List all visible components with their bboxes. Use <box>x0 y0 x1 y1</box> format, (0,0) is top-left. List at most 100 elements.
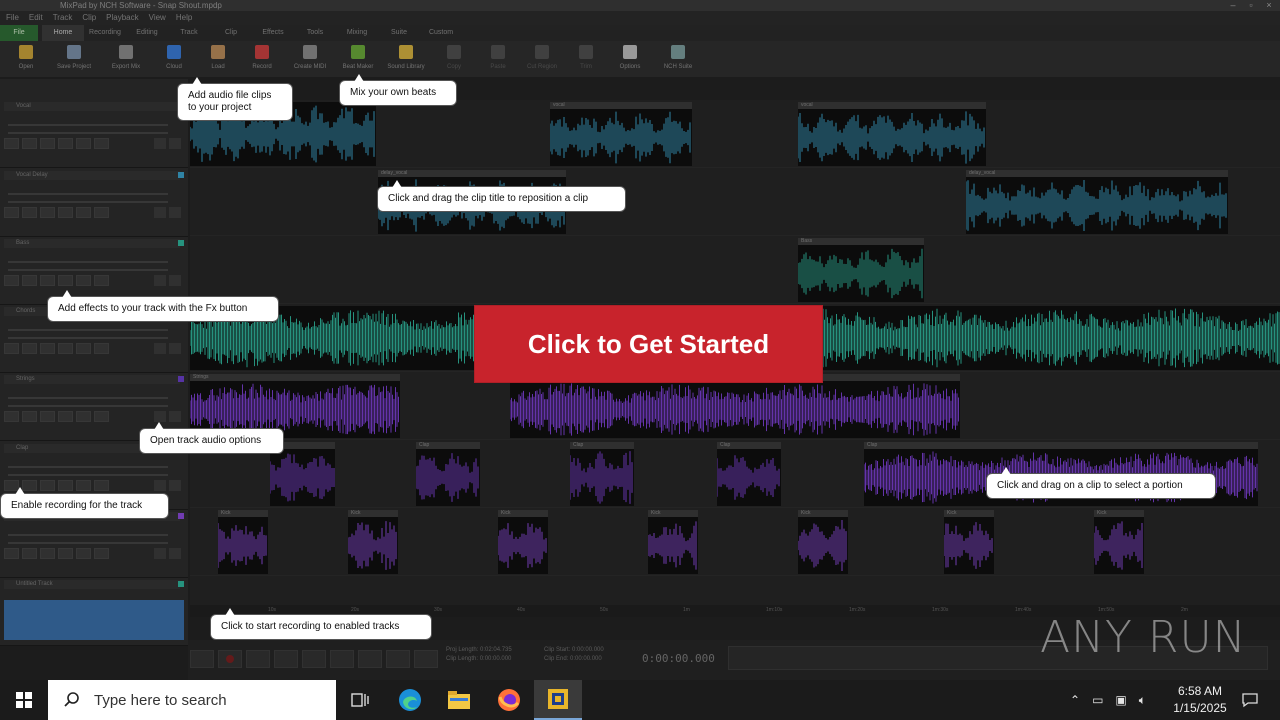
tab-track[interactable]: Track <box>168 25 210 41</box>
track-header[interactable]: Vocal Delay <box>0 169 188 237</box>
go-start-button[interactable] <box>330 650 354 668</box>
menu-clip[interactable]: Clip <box>82 11 96 25</box>
clip-title[interactable]: Strings <box>190 374 400 381</box>
audio-clip[interactable]: Kick <box>648 510 698 574</box>
gain-button[interactable] <box>76 548 91 559</box>
clip-title[interactable]: Clap <box>864 442 1258 449</box>
audio-clip[interactable]: vocal <box>798 102 986 166</box>
monitor-button[interactable] <box>94 207 109 218</box>
chevron-up-icon[interactable]: ⌃ <box>1070 693 1080 707</box>
clip-title[interactable]: Kick <box>218 510 268 517</box>
stop-button[interactable] <box>274 650 298 668</box>
minimize-icon[interactable]: – <box>1226 0 1240 11</box>
menu-view[interactable]: View <box>149 11 166 25</box>
mute-button[interactable] <box>22 411 37 422</box>
volume-icon[interactable]: 🔈︎ <box>1139 693 1146 708</box>
volume-slider[interactable] <box>8 397 168 399</box>
clip-title[interactable]: Kick <box>798 510 848 517</box>
go-end-button[interactable] <box>414 650 438 668</box>
track-name[interactable]: Bass <box>4 239 180 248</box>
edge-icon[interactable] <box>386 680 434 720</box>
menu-file[interactable]: File <box>6 11 19 25</box>
solo-button[interactable] <box>40 548 55 559</box>
clip-title[interactable]: Kick <box>498 510 548 517</box>
menu-edit[interactable]: Edit <box>29 11 43 25</box>
solo-button[interactable] <box>40 207 55 218</box>
monitor-button[interactable] <box>94 548 109 559</box>
record-enable-button[interactable] <box>4 207 19 218</box>
nch-suite-button[interactable]: NCH Suite <box>652 41 704 77</box>
clip-title[interactable]: Bass <box>798 238 924 245</box>
audio-clip[interactable]: Bass <box>798 238 924 302</box>
fx-button[interactable] <box>58 480 73 491</box>
gain-button[interactable] <box>76 207 91 218</box>
wrench-icon[interactable] <box>154 138 166 149</box>
audio-options-icon[interactable] <box>169 548 181 559</box>
menu-track[interactable]: Track <box>53 11 73 25</box>
audio-options-icon[interactable] <box>169 275 181 286</box>
volume-slider[interactable] <box>8 329 168 331</box>
gain-button[interactable] <box>76 411 91 422</box>
solo-button[interactable] <box>40 275 55 286</box>
pan-slider[interactable] <box>8 132 168 134</box>
wrench-icon[interactable] <box>154 411 166 422</box>
monitor-button[interactable] <box>94 275 109 286</box>
audio-clip[interactable]: Clap <box>570 442 634 506</box>
file-explorer-icon[interactable] <box>435 680 483 720</box>
clip-title[interactable]: delay_vocal <box>378 170 566 177</box>
wrench-icon[interactable] <box>154 275 166 286</box>
clip-title[interactable]: Kick <box>944 510 994 517</box>
pan-slider[interactable] <box>8 337 168 339</box>
task-view-icon[interactable] <box>336 680 384 720</box>
clip-title[interactable]: Kick <box>348 510 398 517</box>
solo-button[interactable] <box>40 343 55 354</box>
solo-button[interactable] <box>40 411 55 422</box>
mixpad-taskbar-icon[interactable] <box>534 680 582 720</box>
gain-button[interactable] <box>76 138 91 149</box>
audio-options-icon[interactable] <box>169 411 181 422</box>
play-button[interactable] <box>190 650 214 668</box>
audio-clip[interactable]: Kick <box>1094 510 1144 574</box>
tab-tools[interactable]: Tools <box>294 25 336 41</box>
record-button[interactable] <box>218 650 242 668</box>
firefox-icon[interactable] <box>485 680 533 720</box>
audio-options-icon[interactable] <box>169 207 181 218</box>
record-enable-button[interactable] <box>4 343 19 354</box>
fx-button[interactable] <box>58 411 73 422</box>
clip-title[interactable]: Clap <box>570 442 634 449</box>
audio-options-icon[interactable] <box>169 138 181 149</box>
mute-button[interactable] <box>22 138 37 149</box>
clip-title[interactable]: vocal <box>798 102 986 109</box>
save-project-button[interactable]: Save Project <box>48 41 100 77</box>
options-button[interactable]: Options <box>608 41 652 77</box>
pan-slider[interactable] <box>8 405 168 407</box>
volume-slider[interactable] <box>8 193 168 195</box>
fx-button[interactable] <box>58 343 73 354</box>
record-button[interactable]: Record <box>240 41 284 77</box>
tab-clip[interactable]: Clip <box>210 25 252 41</box>
mute-button[interactable] <box>22 343 37 354</box>
copy-button[interactable]: Copy <box>432 41 476 77</box>
menu-help[interactable]: Help <box>176 11 192 25</box>
monitor-button[interactable] <box>94 480 109 491</box>
pan-slider[interactable] <box>8 542 168 544</box>
fx-button[interactable] <box>58 207 73 218</box>
mute-button[interactable] <box>22 207 37 218</box>
audio-clip[interactable]: Kick <box>498 510 548 574</box>
tab-home[interactable]: Home <box>42 25 84 41</box>
beat-maker-button[interactable]: Beat Maker <box>336 41 380 77</box>
taskbar-search[interactable]: Type here to search <box>48 680 336 720</box>
solo-button[interactable] <box>40 480 55 491</box>
audio-options-icon[interactable] <box>169 480 181 491</box>
track-lane[interactable] <box>190 236 1280 304</box>
fx-button[interactable] <box>58 138 73 149</box>
tab-custom[interactable]: Custom <box>420 25 462 41</box>
pause-button[interactable] <box>302 650 326 668</box>
close-icon[interactable]: × <box>1262 0 1276 11</box>
cloud-button[interactable]: Cloud <box>152 41 196 77</box>
track-header[interactable]: Bass <box>0 237 188 305</box>
gain-button[interactable] <box>76 480 91 491</box>
track-header[interactable]: Vocal <box>0 100 188 168</box>
tab-file[interactable]: File <box>0 25 38 41</box>
pan-slider[interactable] <box>8 201 168 203</box>
